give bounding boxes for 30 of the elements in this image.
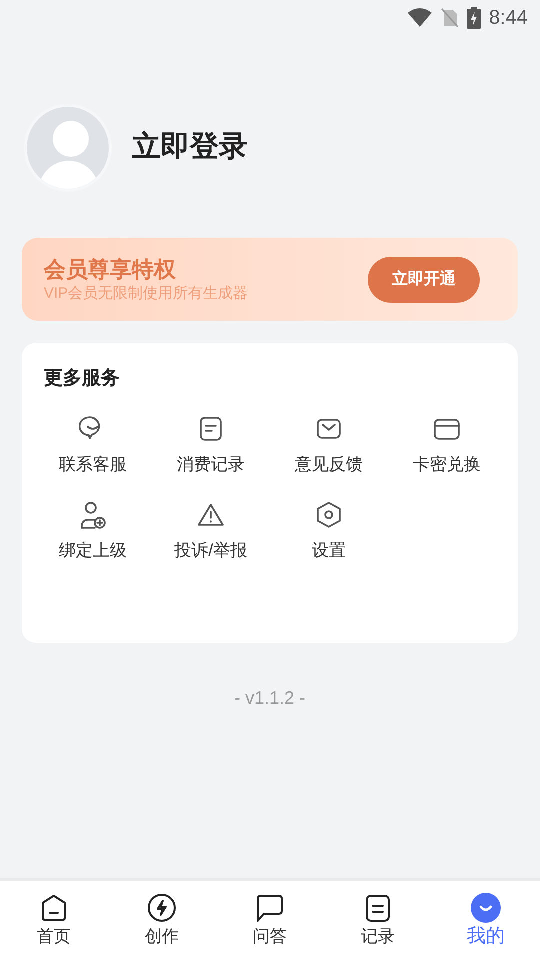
service-label[interactable]: 卡密兑换 <box>413 453 481 477</box>
services-title: 更多服务 <box>43 367 120 391</box>
user-add-icon[interactable] <box>79 501 107 529</box>
service-label[interactable]: 消费记录 <box>177 453 245 477</box>
version-label: - v1.1.2 - <box>234 687 306 710</box>
login-link[interactable]: 立即登录 <box>132 126 248 170</box>
battery-icon <box>467 7 482 29</box>
home-icon <box>39 892 69 922</box>
nav-tab[interactable]: 问答 <box>216 881 324 960</box>
vip-subtitle: VIP会员无限制使用所有生成器 <box>44 284 248 304</box>
service-label[interactable]: 绑定上级 <box>59 539 127 563</box>
smile-icon <box>471 892 501 922</box>
nav-tab[interactable]: 记录 <box>324 881 432 960</box>
list-icon <box>363 892 393 922</box>
lightning-icon <box>147 892 177 922</box>
status-time: 8:44 <box>489 6 528 31</box>
document-icon[interactable] <box>197 415 225 443</box>
wifi-icon <box>407 8 434 28</box>
service-label[interactable]: 投诉/举报 <box>174 539 248 563</box>
settings-icon[interactable] <box>315 501 343 529</box>
no-sim-icon <box>441 8 460 28</box>
nav-tab[interactable]: 创作 <box>108 881 216 960</box>
speech-bubble-icon <box>255 892 285 922</box>
service-label[interactable]: 设置 <box>312 539 346 563</box>
vip-title: 会员尊享特权 <box>44 256 178 284</box>
service-label[interactable]: 意见反馈 <box>295 453 363 477</box>
service-label[interactable]: 联系客服 <box>59 453 127 477</box>
nav-tab[interactable]: 首页 <box>0 881 108 960</box>
warning-icon[interactable] <box>197 501 225 529</box>
nav-tab[interactable]: 我的 <box>432 881 540 960</box>
